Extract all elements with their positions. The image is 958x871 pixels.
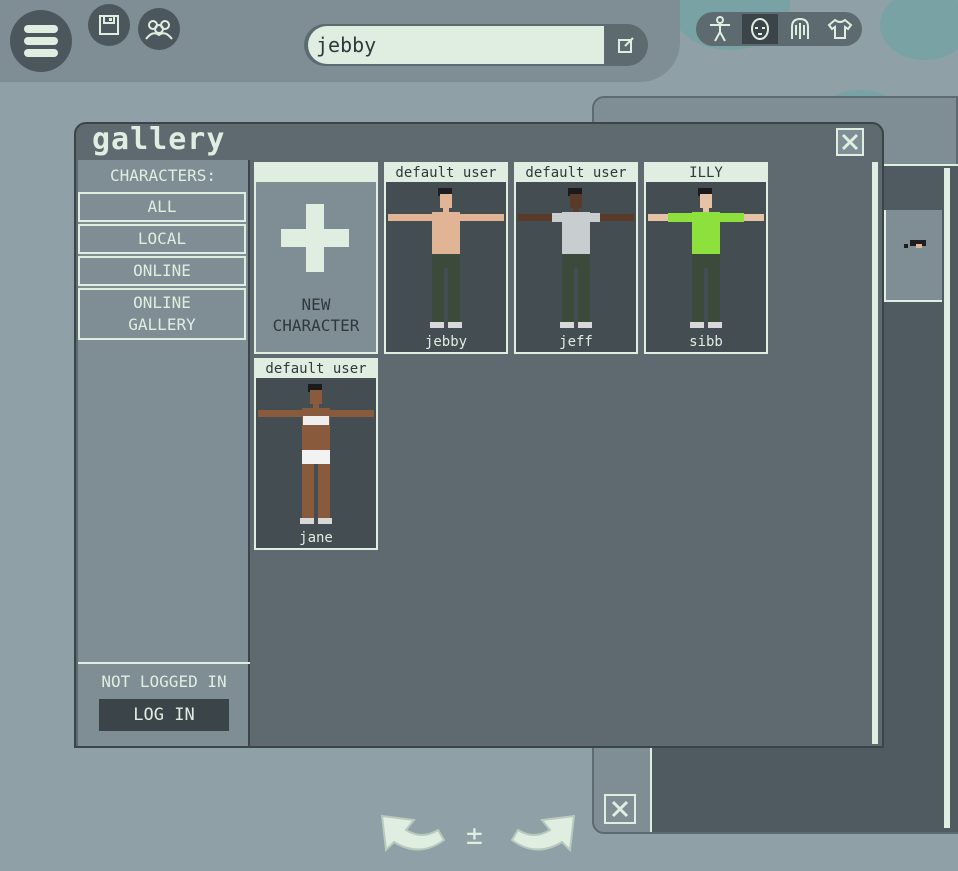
character-grid: NEW CHARACTER default user jebby default …	[252, 160, 872, 746]
login-button[interactable]: LOG IN	[99, 699, 229, 731]
character-name-input[interactable]	[308, 26, 604, 64]
character-card[interactable]: default user jebby	[384, 162, 508, 354]
card-owner-label: default user	[386, 164, 506, 182]
card-owner-label: default user	[256, 360, 376, 378]
character-preview	[388, 188, 504, 328]
character-name: jane	[299, 530, 333, 546]
character-name: jeff	[559, 334, 593, 350]
hair-tab[interactable]	[782, 14, 818, 44]
character-card[interactable]: ILLY sibb	[644, 162, 768, 354]
gallery-close-button[interactable]	[836, 128, 864, 156]
save-button[interactable]	[88, 4, 130, 46]
body-tab[interactable]	[702, 14, 738, 44]
login-status: NOT LOGGED IN	[101, 672, 227, 691]
character-preview	[258, 384, 374, 524]
history-controls: ±	[380, 800, 580, 864]
hair-icon	[791, 17, 809, 39]
clothing-tab[interactable]	[822, 14, 858, 44]
redo-icon[interactable]	[506, 800, 576, 860]
face-tab[interactable]	[742, 14, 778, 44]
character-preview	[648, 188, 764, 328]
card-owner-label: default user	[516, 164, 636, 182]
group-icon	[145, 20, 173, 40]
menu-button[interactable]	[10, 10, 72, 72]
undo-redo-separator: ±	[466, 818, 483, 851]
hamburger-icon	[24, 21, 58, 61]
hair-preview-icon	[904, 240, 926, 248]
character-name: sibb	[689, 334, 723, 350]
login-section: NOT LOGGED IN LOG IN	[78, 662, 250, 746]
save-icon	[99, 15, 119, 35]
character-preview	[518, 188, 634, 328]
filter-online-button[interactable]: ONLINE	[78, 256, 246, 286]
edit-button[interactable]	[608, 28, 644, 62]
customization-toolbar	[696, 12, 862, 46]
close-icon	[611, 800, 629, 818]
character-card[interactable]: default user jeff	[514, 162, 638, 354]
characters-header: CHARACTERS:	[110, 166, 216, 185]
shirt-icon	[827, 18, 853, 39]
character-name: jebby	[424, 334, 468, 350]
gallery-scrollbar[interactable]	[872, 162, 878, 744]
filter-local-button[interactable]: LOCAL	[78, 224, 246, 254]
editor-close-button[interactable]	[604, 794, 636, 824]
users-button[interactable]	[138, 8, 180, 50]
character-card[interactable]: default user jane	[254, 358, 378, 550]
close-icon	[841, 133, 859, 151]
background-blob	[880, 0, 958, 60]
new-character-card[interactable]: NEW CHARACTER	[254, 162, 378, 354]
face-icon	[751, 18, 769, 40]
filter-all-button[interactable]: ALL	[78, 192, 246, 222]
body-icon	[710, 16, 730, 42]
plus-icon	[281, 204, 349, 272]
editor-thumbnail[interactable]	[884, 210, 942, 302]
editor-scrollbar[interactable]	[944, 168, 950, 828]
filter-online-gallery-button[interactable]: ONLINE GALLERY	[78, 288, 246, 340]
new-character-label: NEW CHARACTER	[272, 295, 360, 335]
gallery-window: gallery CHARACTERS: ALL LOCAL ONLINE ONL…	[74, 122, 884, 748]
gallery-sidebar: CHARACTERS: ALL LOCAL ONLINE ONLINE GALL…	[78, 160, 250, 746]
gallery-title: gallery	[92, 122, 226, 157]
card-owner-label: ILLY	[646, 164, 766, 182]
undo-icon[interactable]	[380, 800, 450, 860]
edit-icon	[618, 37, 634, 53]
search-bar	[304, 24, 648, 66]
